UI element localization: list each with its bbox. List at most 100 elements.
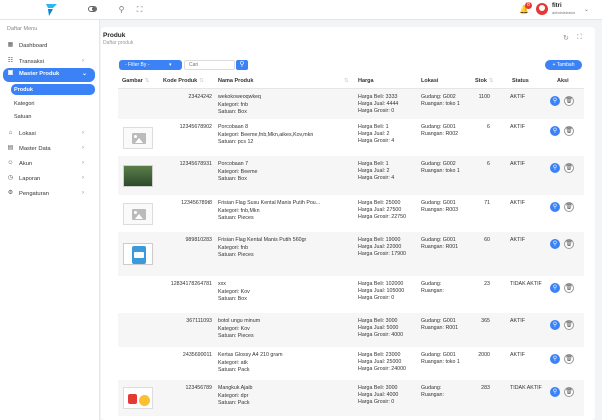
view-button[interactable]: ⚲ — [550, 239, 560, 249]
sidebar-item-dashboard[interactable]: ▦ Dashboard — [0, 40, 100, 52]
status-badge: AKTIF — [510, 161, 526, 167]
delete-button[interactable]: 🗑 — [564, 202, 574, 212]
view-button[interactable]: ⚲ — [550, 126, 560, 136]
fullscreen-icon[interactable]: ⛶ — [135, 5, 144, 14]
product-code: 12345678902 — [179, 124, 212, 130]
product-category: Kategori: fnb — [218, 102, 249, 108]
product-unit: Satuan: Pack — [218, 400, 250, 406]
sidebar-item-master-produk[interactable]: ▣ Master Produk ⌄ — [3, 68, 95, 82]
sort-icon[interactable]: ⇅ — [342, 78, 349, 84]
sidebar-item-pengaturan[interactable]: ⚙ Pengaturan › — [0, 188, 100, 200]
product-unit: Satuan: Pieces — [218, 252, 254, 258]
product-name: Porcobaan 7 — [218, 161, 249, 167]
view-button[interactable]: ⚲ — [550, 354, 560, 364]
product-unit: Satuan: Box — [218, 176, 247, 182]
product-category: Kategori: dpr — [218, 393, 249, 399]
user-name[interactable]: fitri — [552, 3, 562, 9]
view-button[interactable]: ⚲ — [550, 163, 560, 173]
sidebar-item-label: Pengaturan — [19, 191, 49, 197]
chevron-right-icon: › — [82, 58, 84, 64]
product-unit: Satuan: Pieces — [218, 215, 254, 221]
home-icon: ⌂ — [8, 130, 13, 136]
chevron-down-icon[interactable]: ⌄ — [584, 6, 589, 13]
delete-button[interactable]: 🗑 — [564, 126, 574, 136]
trash-icon: 🗑 — [565, 322, 573, 328]
sidebar-item-lokasi[interactable]: ⌂ Lokasi › — [0, 128, 100, 140]
sidebar-toggle-icon[interactable] — [88, 6, 97, 12]
location-warehouse: Gudang: G001 — [421, 237, 456, 243]
header-gambar[interactable]: Gambar ⇅ — [122, 78, 149, 84]
status-badge: AKTIF — [510, 352, 526, 358]
trash-icon: 🗑 — [565, 128, 573, 134]
location-warehouse: Gudang: — [421, 281, 442, 287]
price-sell: Harga Jual: 5000 — [358, 325, 399, 331]
settings-icon: ⚙ — [7, 190, 14, 196]
price-wholesale: Harga Grosir: 0 — [358, 108, 395, 114]
expand-icon[interactable]: ⛶ — [577, 34, 582, 42]
header-harga[interactable]: Harga — [358, 78, 374, 84]
delete-button[interactable]: 🗑 — [564, 283, 574, 293]
sidebar-item-master-data[interactable]: ▤ Master Data › — [0, 143, 100, 155]
header-label: Aksi — [557, 78, 569, 84]
product-code: 12834178264781 — [170, 281, 212, 287]
avatar[interactable] — [536, 3, 548, 15]
product-code: 989810283 — [185, 237, 212, 243]
price-buy: Harga Beli: 1 — [358, 161, 389, 167]
delete-button[interactable]: 🗑 — [564, 320, 574, 330]
product-unit: Satuan: Box — [218, 296, 247, 302]
sidebar-item-laporan[interactable]: ◷ Laporan › — [0, 173, 100, 185]
view-button[interactable]: ⚲ — [550, 320, 560, 330]
refresh-icon[interactable]: ↻ — [563, 34, 569, 42]
trash-icon: 🗑 — [565, 165, 573, 171]
search-input[interactable] — [184, 60, 235, 70]
sidebar-item-akun[interactable]: ☺ Akun › — [0, 158, 100, 170]
search-icon: ⚲ — [552, 165, 558, 171]
search-button[interactable]: ⚲ — [236, 60, 248, 70]
header-label: Stok — [475, 78, 487, 84]
price-buy: Harga Beli: 19000 — [358, 237, 401, 243]
location-warehouse: Gudang: G001 — [421, 352, 456, 358]
add-product-button[interactable]: + Tambah — [545, 60, 582, 70]
filter-label: - Filter By - — [125, 62, 150, 68]
trash-icon: 🗑 — [565, 204, 573, 210]
database-icon: ▤ — [7, 145, 14, 151]
filter-dropdown[interactable]: - Filter By - ▾ — [119, 60, 182, 70]
price-wholesale: Harga Grosir: 4000 — [358, 332, 404, 338]
page-title: Produk — [103, 32, 126, 39]
header-label: Nama Produk — [218, 78, 254, 84]
chevron-down-icon: ⌄ — [82, 71, 88, 77]
delete-button[interactable]: 🗑 — [564, 354, 574, 364]
delete-button[interactable]: 🗑 — [564, 239, 574, 249]
product-name: xxx — [218, 281, 226, 287]
product-name: botol ungu minum — [218, 318, 261, 324]
product-category: Kategori: fnb,Mkn — [218, 208, 260, 214]
view-button[interactable]: ⚲ — [550, 387, 560, 397]
view-button[interactable]: ⚲ — [550, 283, 560, 293]
header-kode-produk[interactable]: Kode Produk ⇅ — [163, 78, 204, 84]
app-logo-icon — [46, 4, 57, 16]
sidebar-subitem-kategori[interactable]: Kategori — [11, 98, 95, 109]
product-code: 2435690011 — [182, 352, 212, 358]
chevron-right-icon: › — [82, 190, 84, 196]
header-label: Lokasi — [421, 78, 439, 84]
chevron-right-icon: › — [82, 130, 84, 136]
stock-count: 283 — [481, 385, 490, 391]
delete-button[interactable]: 🗑 — [564, 163, 574, 173]
table-row: 23424242 wekokoweoqwkeq Kategori: fnb Satua… — [118, 89, 584, 119]
header-nama-produk[interactable]: Nama Produk — [218, 78, 253, 84]
sidebar-subitem-produk[interactable]: Produk — [11, 84, 95, 95]
header-stok[interactable]: Stok ⇅ — [475, 78, 494, 84]
header-status[interactable]: Status — [512, 78, 529, 84]
table-row: 12834178264781 xxx Kategori: Kov Satuan: Bo… — [118, 276, 584, 313]
view-button[interactable]: ⚲ — [550, 96, 560, 106]
delete-button[interactable]: 🗑 — [564, 387, 574, 397]
header-label: Kode Produk — [163, 78, 198, 84]
status-badge: AKTIF — [510, 124, 526, 130]
search-icon[interactable]: ⚲ — [117, 5, 126, 14]
view-button[interactable]: ⚲ — [550, 202, 560, 212]
header-lokasi[interactable]: Lokasi — [421, 78, 438, 84]
product-image — [123, 127, 153, 149]
delete-button[interactable]: 🗑 — [564, 96, 574, 106]
sidebar-item-transaksi[interactable]: ☷ Transaksi › — [0, 56, 100, 68]
sidebar-subitem-satuan[interactable]: Satuan — [11, 111, 95, 122]
